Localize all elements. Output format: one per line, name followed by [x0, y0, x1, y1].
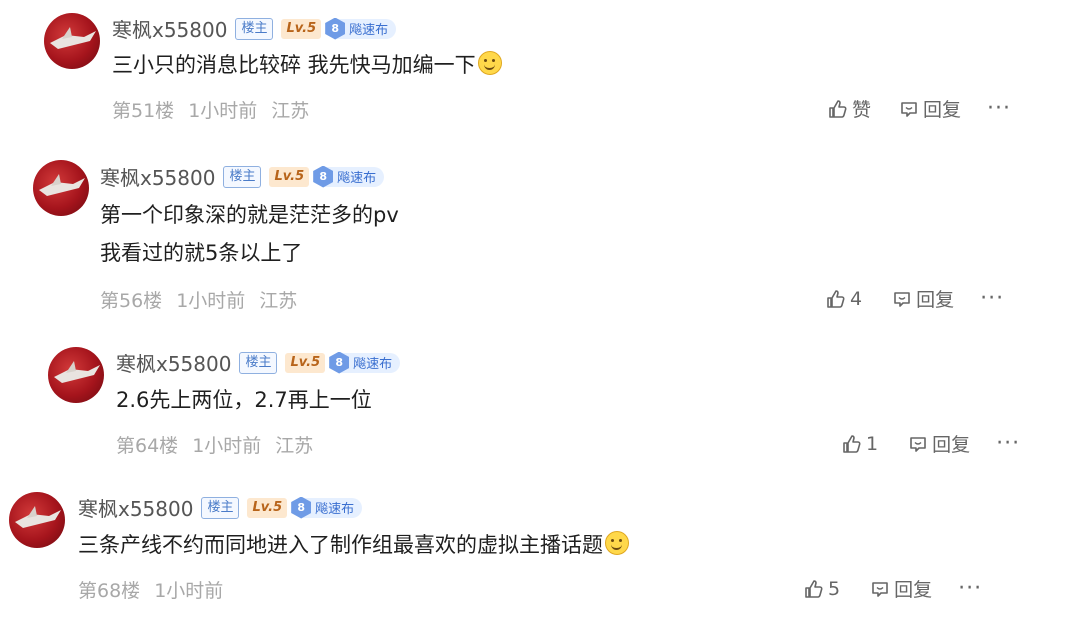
reply-bubble-icon [901, 101, 917, 117]
fan-badge[interactable]: 8 飚速布 [291, 496, 363, 519]
fan-badge-label: 飚速布 [315, 502, 355, 517]
thumbs-up-icon [843, 434, 861, 453]
reply-button[interactable]: 回复 [870, 575, 932, 602]
thumbs-up-icon [805, 579, 823, 598]
fan-badge[interactable]: 8 飚速布 [325, 17, 397, 40]
avatar[interactable] [33, 160, 89, 216]
avatar[interactable] [48, 347, 104, 403]
username[interactable]: 寒枫x55800 [100, 162, 215, 191]
more-options-icon[interactable]: ··· [980, 286, 1004, 311]
fan-badge[interactable]: 8 飚速布 [313, 165, 385, 188]
host-badge: 楼主 [201, 496, 240, 519]
thumbs-up-icon [827, 289, 845, 308]
fan-level-gem-icon: 8 [329, 351, 350, 374]
more-options-icon[interactable]: ··· [996, 431, 1020, 456]
reply-label: 回复 [932, 434, 971, 456]
floor-number: 第68楼 [78, 580, 141, 602]
like-button[interactable]: 1 [842, 433, 878, 455]
post-location: 江苏 [275, 435, 314, 457]
smile-emoji-icon [605, 531, 629, 555]
post-content: 三条产线不约而同地进入了制作组最喜欢的虚拟主播话题 [78, 526, 629, 564]
username[interactable]: 寒枫x55800 [112, 14, 227, 43]
username[interactable]: 寒枫x55800 [78, 493, 193, 522]
host-badge: 楼主 [239, 351, 278, 374]
fan-level-gem-icon: 8 [291, 496, 312, 519]
reply-bubble-icon [872, 581, 888, 597]
post-time: 1小时前 [188, 100, 258, 122]
post-location: 江苏 [259, 290, 298, 312]
fan-badge[interactable]: 8 飚速布 [329, 351, 401, 374]
like-count: 4 [850, 287, 863, 310]
thumbs-up-icon [829, 99, 847, 118]
fan-badge-label: 飚速布 [349, 23, 389, 38]
content-line: 我看过的就5条以上了 [100, 241, 303, 265]
like-button[interactable]: 4 [826, 288, 862, 310]
post-time: 1小时前 [192, 435, 262, 457]
content-line: 第一个印象深的就是茫茫多的pv [100, 203, 399, 227]
smile-emoji-icon [477, 51, 502, 75]
post-content: 三小只的消息比较碎 我先快马加编一下 [112, 46, 502, 84]
floor-number: 第51楼 [112, 100, 175, 122]
reply-button[interactable]: 回复 [908, 430, 970, 457]
reply-label: 回复 [916, 289, 955, 311]
fan-badge-label: 飚速布 [353, 357, 393, 372]
like-button[interactable]: 赞 [828, 95, 871, 122]
reply-label: 回复 [894, 579, 933, 601]
like-count: 5 [828, 577, 841, 600]
reply-bubble-icon [894, 291, 910, 307]
avatar[interactable] [9, 492, 65, 548]
post-content: 2.6先上两位，2.7再上一位 [116, 381, 372, 419]
like-label: 赞 [852, 99, 872, 121]
host-badge: 楼主 [223, 165, 262, 188]
level-badge: Lv.5 [247, 497, 288, 518]
reply-label: 回复 [923, 99, 962, 121]
host-badge: 楼主 [235, 17, 274, 40]
level-badge: Lv.5 [285, 352, 326, 373]
fan-level-gem-icon: 8 [325, 17, 346, 40]
avatar[interactable] [44, 13, 100, 69]
floor-number: 第56楼 [100, 290, 163, 312]
content-line: 三小只的消息比较碎 我先快马加编一下 [112, 53, 476, 77]
content-line: 三条产线不约而同地进入了制作组最喜欢的虚拟主播话题 [78, 533, 603, 557]
more-options-icon[interactable]: ··· [987, 96, 1011, 121]
fan-badge-label: 飚速布 [337, 171, 377, 186]
username[interactable]: 寒枫x55800 [116, 348, 231, 377]
reply-button[interactable]: 回复 [899, 95, 961, 122]
post-time: 1小时前 [154, 580, 224, 602]
level-badge: Lv.5 [269, 166, 310, 187]
more-options-icon[interactable]: ··· [958, 576, 982, 601]
post-time: 1小时前 [176, 290, 246, 312]
content-line: 2.6先上两位，2.7再上一位 [116, 388, 372, 412]
like-count: 1 [866, 432, 879, 455]
fan-level-gem-icon: 8 [313, 165, 334, 188]
post-location: 江苏 [271, 100, 310, 122]
reply-bubble-icon [910, 436, 926, 452]
post-content: 第一个印象深的就是茫茫多的pv 我看过的就5条以上了 [100, 196, 399, 272]
level-badge: Lv.5 [281, 18, 322, 39]
reply-button[interactable]: 回复 [892, 285, 954, 312]
like-button[interactable]: 5 [804, 578, 840, 600]
floor-number: 第64楼 [116, 435, 179, 457]
